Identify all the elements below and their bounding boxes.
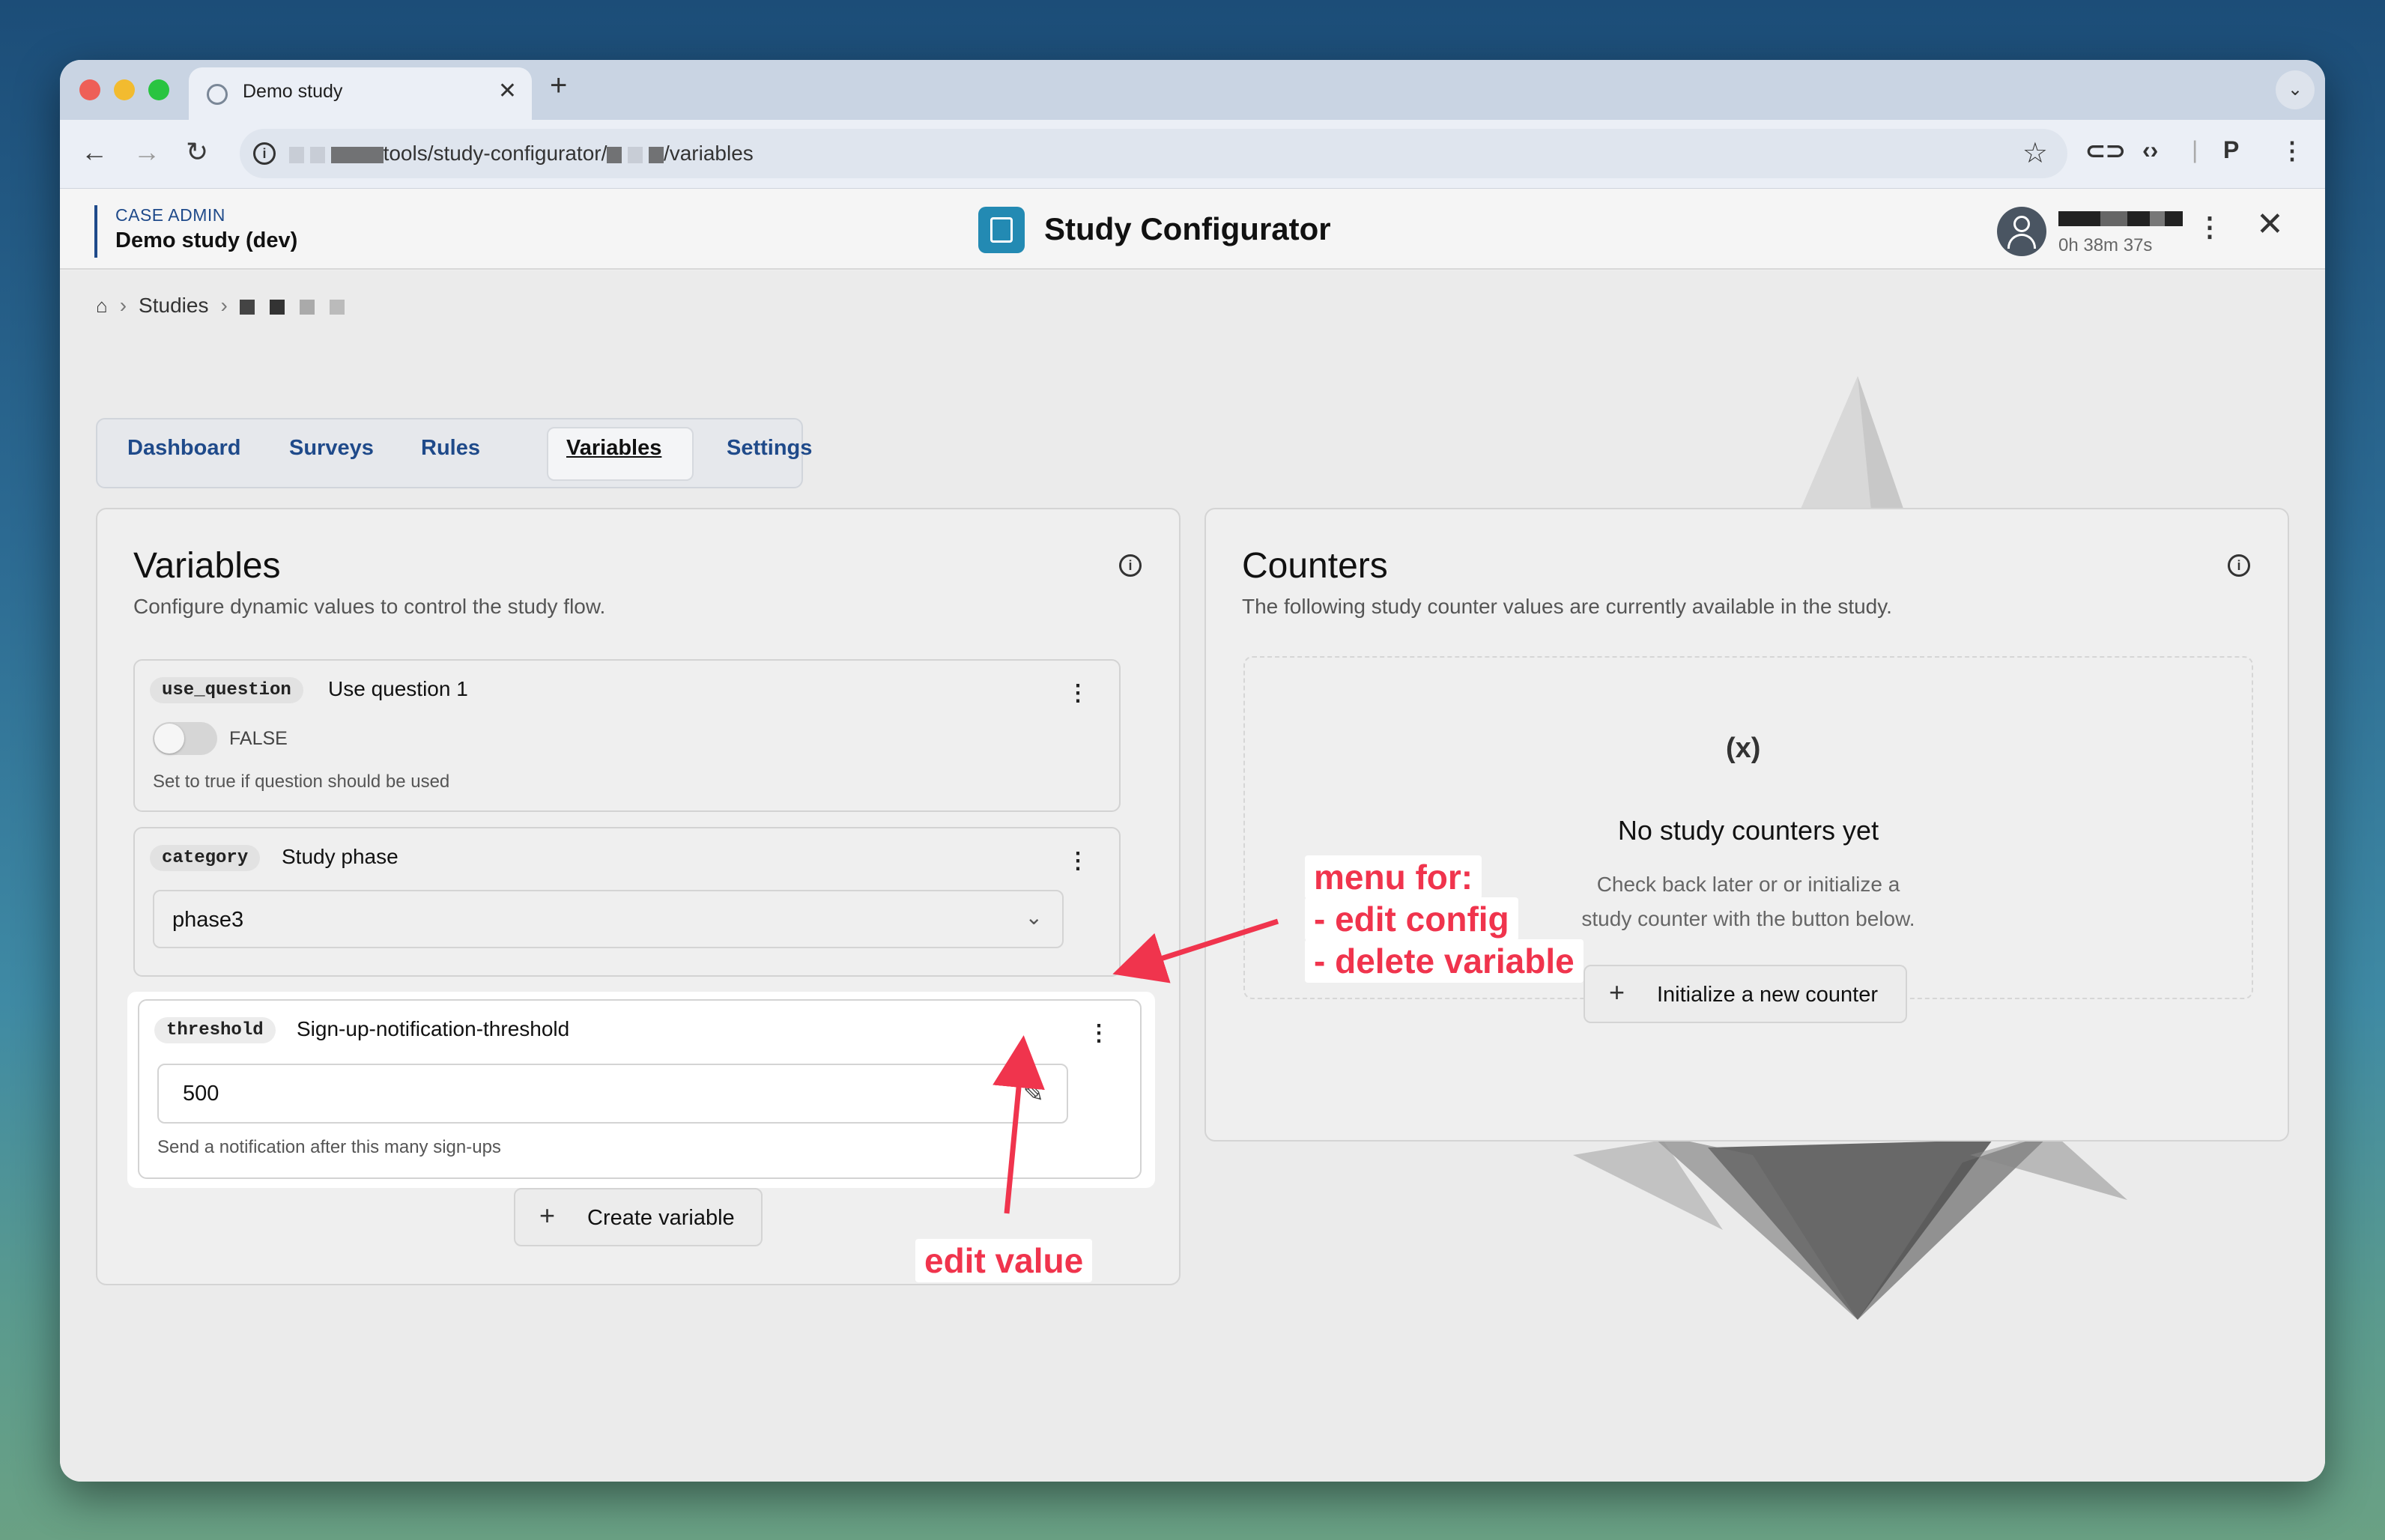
initialize-counter-button[interactable]: + Initialize a new counter [1584,965,1907,1023]
extension-icon[interactable]: P [2223,136,2239,164]
annotation-menu-line3: - delete variable [1305,939,1584,983]
variable-description: Set to true if question should be used [153,771,450,792]
url-path: tools/study-configurator/ [383,142,607,165]
tab-title: Demo study [243,81,343,102]
close-window-button[interactable] [79,79,100,100]
variable-item: category Study phase ⋮ phase3 ⌄ [133,827,1121,977]
variable-menu-icon[interactable]: ⋮ [1067,680,1089,706]
favicon-icon [207,84,228,105]
variable-menu-icon[interactable]: ⋮ [1088,1020,1110,1046]
annotation-menu-line1: menu for: [1305,855,1482,899]
variable-item: use_question Use question 1 ⋮ FALSE Set … [133,659,1121,812]
case-info: CASE ADMIN Demo study (dev) [94,205,297,258]
address-bar[interactable]: i tools/study-configurator/ /variables ☆ [240,129,2067,178]
annotation-menu-line2: - edit config [1305,897,1518,941]
tab-rules[interactable]: Rules [421,436,480,461]
case-label: CASE ADMIN [115,205,225,225]
main-content: ⌂ › Studies › Dashboard Surveys Rules Varia… [60,271,2325,1482]
tab-strip: Demo study ✕ + ⌄ [60,60,2325,120]
variable-x-icon: (x) [1726,733,1761,764]
variable-label: Use question 1 [328,677,468,700]
variable-item-threshold: threshold Sign-up-notification-threshold… [138,999,1142,1179]
url-text: tools/study-configurator/ /variables [289,142,754,166]
browser-menu-icon[interactable]: ⋮ [2280,136,2304,165]
breadcrumb-study-redacted[interactable] [239,294,360,317]
maximize-window-button[interactable] [148,79,169,100]
close-icon[interactable]: ✕ [2256,205,2284,243]
browser-toolbar: ← → ↻ i tools/study-configurator/ /varia… [60,120,2325,189]
session-timer: 0h 38m 37s [2058,235,2153,255]
create-variable-label: Create variable [587,1206,735,1230]
breadcrumb: ⌂ › Studies › [96,294,360,318]
app-title: Study Configurator [1044,211,1331,246]
study-tabs: Dashboard Surveys Rules Variables Settin… [96,418,812,488]
app-header: CASE ADMIN Demo study (dev) Study Config… [60,189,2325,270]
browser-tab[interactable]: Demo study ✕ [189,67,532,120]
counters-subtitle: The following study counter values are c… [1242,595,1892,618]
variable-label: Study phase [282,845,398,868]
variable-key: threshold [154,1017,276,1043]
empty-title: No study counters yet [1617,815,1879,846]
study-name: Demo study (dev) [115,228,298,252]
threshold-value: 500 [183,1082,219,1106]
toggle-value: FALSE [229,728,288,749]
breadcrumb-studies[interactable]: Studies [139,294,208,317]
info-icon[interactable]: i [2228,554,2250,577]
url-suffix: /variables [663,142,754,165]
back-arrow-icon[interactable]: ← [81,136,108,168]
user-name-redacted [2058,211,2183,229]
tab-search-button[interactable]: ⌄ [2276,70,2315,109]
app-logo-icon [978,207,1025,253]
annotation-edit-value: edit value [915,1239,1093,1282]
info-icon[interactable]: i [1119,554,1142,577]
header-menu-icon[interactable]: ⋮ [2196,211,2223,243]
tab-surveys[interactable]: Surveys [289,436,374,461]
forward-arrow-icon[interactable]: → [133,136,160,168]
pencil-edit-icon[interactable]: ✎ [1023,1079,1045,1109]
toolbar-divider: | [2192,136,2198,163]
variable-label: Sign-up-notification-threshold [297,1017,570,1040]
variable-key: category [150,845,261,871]
plus-icon: + [539,1200,556,1231]
site-info-icon[interactable]: i [253,142,276,165]
boolean-toggle[interactable] [153,722,217,755]
select-value: phase3 [172,908,244,932]
plus-icon: + [1609,977,1625,1007]
chevron-down-icon: ⌄ [1025,906,1043,929]
minimize-window-button[interactable] [114,79,135,100]
browser-window: Demo study ✕ + ⌄ ← → ↻ i tools/study-con… [60,60,2325,1482]
new-tab-button[interactable]: + [550,69,567,103]
user-avatar[interactable] [1997,207,2046,256]
tab-settings[interactable]: Settings [727,436,812,461]
tab-variables[interactable]: Variables [566,436,661,461]
variables-title: Variables [133,546,281,586]
variables-subtitle: Configure dynamic values to control the … [133,595,606,618]
reload-icon[interactable]: ↻ [186,136,208,168]
tab-dashboard[interactable]: Dashboard [127,436,240,461]
create-variable-button[interactable]: + Create variable [514,1188,763,1246]
code-icon[interactable]: ‹› [2142,136,2158,164]
home-icon[interactable]: ⌂ [96,294,108,317]
link-icon[interactable]: ⊂⊃ [2085,136,2126,165]
threshold-value-field[interactable]: 500 ✎ [157,1064,1068,1124]
initialize-counter-label: Initialize a new counter [1657,983,1878,1007]
variable-key: use_question [150,677,303,703]
bookmark-star-icon[interactable]: ☆ [2022,136,2048,170]
tab-close-icon[interactable]: ✕ [498,78,517,104]
category-select[interactable]: phase3 ⌄ [153,890,1064,948]
variable-menu-icon[interactable]: ⋮ [1067,848,1089,874]
counters-title: Counters [1242,546,1388,586]
counters-card: Counters The following study counter val… [1204,508,2289,1142]
variable-description: Send a notification after this many sign… [157,1137,501,1157]
